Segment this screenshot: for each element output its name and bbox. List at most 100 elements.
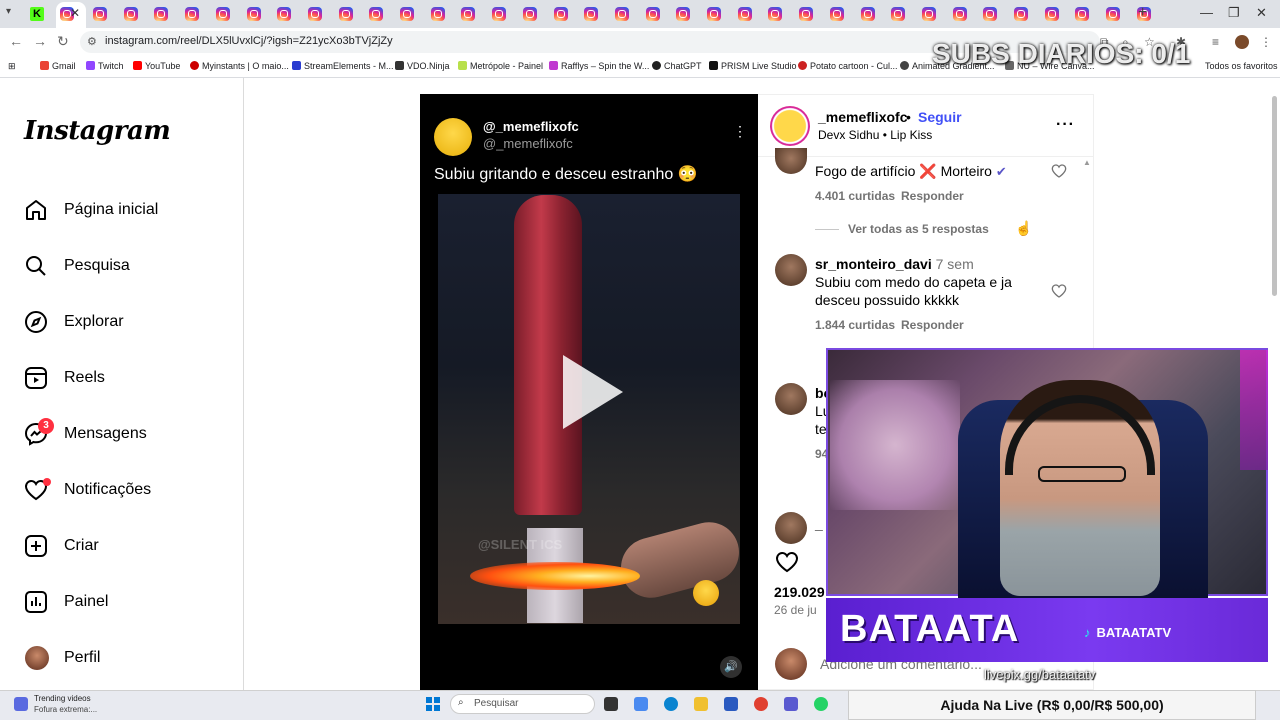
instagram-tab-icon[interactable] [1106, 7, 1121, 21]
comment-like-icon[interactable] [1051, 163, 1067, 179]
comment-avatar[interactable] [775, 254, 807, 286]
bookmark-twitch[interactable]: Twitch [86, 61, 124, 71]
bookmark-potato[interactable]: Potato cartoon - Cul... [798, 61, 898, 71]
instagram-tab-icon[interactable] [737, 7, 752, 21]
sidebar-item-home[interactable]: Página inicial [22, 194, 222, 226]
widget-title[interactable]: Trending videos [34, 694, 91, 703]
instagram-tab-icon[interactable] [983, 7, 998, 21]
instagram-tab-icon[interactable] [215, 7, 230, 21]
instagram-tab-icon[interactable] [492, 7, 507, 21]
sidebar-item-create[interactable]: Criar [22, 530, 222, 562]
scroll-up-icon[interactable]: ▲ [1083, 158, 1091, 167]
reply-button[interactable]: Responder [901, 189, 964, 203]
forward-icon[interactable]: → [33, 33, 47, 49]
bookmark-rafflys[interactable]: Rafflys – Spin the W... [549, 61, 649, 71]
view-replies-button[interactable]: Ver todas as 5 respostas [848, 222, 989, 236]
volume-icon[interactable]: 🔊 [720, 656, 742, 678]
store-icon[interactable] [724, 697, 738, 711]
site-info-icon[interactable]: ⚙ [87, 35, 97, 48]
instagram-tab-icon[interactable] [860, 7, 875, 21]
play-icon[interactable] [563, 355, 623, 429]
reload-icon[interactable]: ↻ [57, 33, 69, 50]
back-icon[interactable]: ← [9, 33, 23, 49]
page-scrollbar[interactable] [1272, 96, 1277, 296]
audio-credit[interactable]: Devx Sidhu • Lip Kiss [818, 128, 932, 142]
sidebar-icon[interactable]: ≡ [1212, 35, 1219, 49]
instagram-tab-icon[interactable] [1075, 7, 1090, 21]
bookmark-myinstants[interactable]: Myinstants | O maio... [190, 61, 289, 71]
instagram-tab-icon[interactable] [921, 7, 936, 21]
instagram-tab-icon[interactable] [829, 7, 844, 21]
instagram-tab-icon[interactable] [277, 7, 292, 21]
profile-avatar[interactable] [25, 646, 49, 670]
new-tab-button[interactable]: + [1138, 4, 1147, 22]
taskbar-search[interactable] [450, 694, 595, 714]
chrome-icon[interactable] [754, 697, 768, 711]
instagram-logo[interactable]: Instagram [24, 116, 171, 146]
like-icon[interactable] [775, 550, 799, 574]
instagram-tab-icon[interactable] [553, 7, 568, 21]
bookmark-prism[interactable]: PRISM Live Studio [709, 61, 797, 71]
post-more-icon[interactable]: ··· [1056, 116, 1075, 134]
video-more-icon[interactable]: ⋮ [733, 123, 747, 140]
instagram-tab-icon[interactable] [1014, 7, 1028, 21]
instagram-tab-icon[interactable] [246, 7, 261, 21]
bookmark-metropole[interactable]: Metrópole - Painel [458, 61, 543, 71]
instagram-tab-icon[interactable] [185, 7, 200, 21]
instagram-tab-icon[interactable] [307, 7, 322, 21]
comment-avatar[interactable] [775, 383, 807, 415]
close-window-icon[interactable]: ✕ [1256, 5, 1267, 21]
widget-subtitle[interactable]: Fofura extrema:... [34, 705, 97, 714]
instagram-tab-icon[interactable] [707, 7, 721, 21]
sidebar-item-profile[interactable]: Perfil [22, 642, 222, 674]
total-likes[interactable]: 219.029 [774, 584, 825, 600]
teams-icon[interactable] [784, 697, 798, 711]
url-text[interactable]: instagram.com/reel/DLX5lUvxlCj/?igsh=Z21… [105, 35, 393, 47]
instagram-tab-icon[interactable] [891, 7, 906, 21]
edge-icon[interactable] [664, 697, 678, 711]
instagram-tab-icon[interactable] [799, 7, 814, 21]
maximize-icon[interactable]: ❐ [1228, 5, 1240, 21]
comment-likes[interactable]: 4.401 curtidas [815, 189, 895, 203]
explorer-icon[interactable] [694, 697, 708, 711]
tab-search-icon[interactable]: ▾ [6, 6, 11, 17]
start-icon[interactable] [426, 697, 440, 711]
sidebar-item-explore[interactable]: Explorar [22, 306, 222, 338]
bookmark-youtube[interactable]: YouTube [133, 61, 180, 71]
follow-button[interactable]: Seguir [918, 109, 962, 125]
instagram-tab-icon[interactable] [768, 7, 783, 21]
post-author-avatar[interactable] [770, 106, 810, 146]
instagram-tab-icon[interactable] [369, 7, 384, 21]
instagram-tab-icon[interactable] [584, 7, 599, 21]
sidebar-item-search[interactable]: Pesquisa [22, 250, 222, 282]
comment-likes[interactable]: 1.844 curtidas [815, 318, 895, 332]
task-view-icon[interactable] [604, 697, 618, 711]
bookmark-chatgpt[interactable]: ChatGPT [652, 61, 702, 71]
whatsapp-icon[interactable] [814, 697, 828, 711]
instagram-tab-icon[interactable] [1044, 7, 1059, 21]
instagram-tab-icon[interactable] [461, 7, 476, 21]
instagram-tab-icon[interactable] [400, 7, 414, 21]
kick-tab-icon[interactable]: K [30, 7, 44, 21]
bookmark-vdoninja[interactable]: VDO.Ninja [395, 61, 450, 71]
comment-like-icon[interactable] [1051, 283, 1067, 299]
sidebar-item-notifications[interactable]: Notificações [22, 474, 222, 506]
instagram-tab-icon[interactable] [614, 7, 629, 21]
all-bookmarks[interactable]: Todos os favoritos [1205, 61, 1278, 71]
comment-avatar[interactable] [775, 512, 807, 544]
instagram-tab-icon[interactable] [645, 7, 660, 21]
sidebar-item-dashboard[interactable]: Painel [22, 586, 222, 618]
bookmark-streamelements[interactable]: StreamElements - M... [292, 61, 394, 71]
browser-menu-icon[interactable]: ⋮ [1260, 35, 1272, 49]
instagram-tab-icon[interactable] [522, 7, 537, 21]
reply-button[interactable]: Responder [901, 318, 964, 332]
instagram-tab-icon[interactable] [676, 7, 691, 21]
post-author-name[interactable]: _memeflixofc [818, 109, 907, 125]
widget-icon[interactable] [14, 697, 28, 711]
instagram-tab-icon[interactable] [154, 7, 169, 21]
browser-profile-avatar[interactable] [1235, 35, 1249, 49]
instagram-tab-icon[interactable] [430, 7, 445, 21]
instagram-tab-icon[interactable] [123, 7, 138, 21]
instagram-tab-icon[interactable] [93, 7, 107, 21]
apps-icon[interactable]: ⊞ [8, 61, 16, 72]
